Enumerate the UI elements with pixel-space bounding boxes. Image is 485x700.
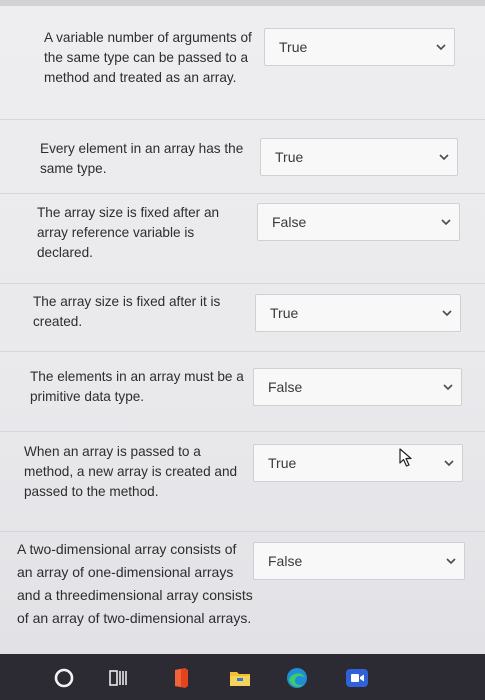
question-row-7: A two-dimensional array consists of an a… — [0, 532, 485, 654]
quiz-panel: A variable number of arguments of the sa… — [0, 6, 485, 654]
answer-selected-value: False — [272, 214, 307, 230]
answer-selected-value: True — [268, 455, 297, 471]
answer-select[interactable]: True — [260, 138, 458, 176]
chevron-down-icon — [446, 558, 456, 565]
chevron-down-icon — [441, 219, 451, 226]
windows-taskbar — [0, 654, 485, 700]
question-statement: The array size is fixed after it is crea… — [33, 294, 221, 329]
answer-select[interactable]: True — [253, 444, 463, 482]
answer-select[interactable]: False — [253, 368, 462, 406]
question-row-4: The array size is fixed after it is crea… — [0, 284, 485, 352]
answer-selected-value: True — [279, 39, 308, 55]
edge-browser-icon[interactable] — [285, 666, 309, 690]
answer-selected-value: False — [268, 553, 303, 569]
answer-select[interactable]: True — [264, 28, 455, 66]
chevron-down-icon — [436, 44, 446, 51]
chevron-down-icon — [442, 310, 452, 317]
mouse-pointer-icon — [399, 448, 412, 467]
search-circle-icon[interactable] — [52, 666, 76, 690]
question-statement: When an array is passed to a method, a n… — [24, 444, 238, 499]
question-statement: A two-dimensional array consists of an a… — [17, 541, 253, 626]
question-statement: A variable number of arguments of the sa… — [44, 30, 252, 85]
question-row-6: When an array is passed to a method, a n… — [0, 432, 485, 532]
chevron-down-icon — [443, 384, 453, 391]
answer-select[interactable]: True — [255, 294, 461, 332]
chevron-down-icon — [439, 154, 449, 161]
question-row-2: Every element in an array has the same t… — [0, 120, 485, 194]
question-row-5: The elements in an array must be a primi… — [0, 352, 485, 432]
video-app-icon[interactable] — [345, 666, 369, 690]
question-statement: The elements in an array must be a primi… — [30, 369, 244, 404]
answer-selected-value: True — [275, 149, 304, 165]
answer-select[interactable]: False — [257, 203, 460, 241]
question-row-1: A variable number of arguments of the sa… — [0, 6, 485, 120]
answer-selected-value: False — [268, 379, 303, 395]
chevron-down-icon — [444, 460, 454, 467]
question-statement: Every element in an array has the same t… — [40, 141, 244, 176]
office-icon[interactable] — [169, 666, 193, 690]
file-explorer-icon[interactable] — [228, 666, 252, 690]
question-row-3: The array size is fixed after an array r… — [0, 194, 485, 284]
answer-select[interactable]: False — [253, 542, 465, 580]
question-statement: The array size is fixed after an array r… — [37, 205, 220, 260]
task-view-icon[interactable] — [107, 666, 131, 690]
answer-selected-value: True — [270, 305, 299, 321]
